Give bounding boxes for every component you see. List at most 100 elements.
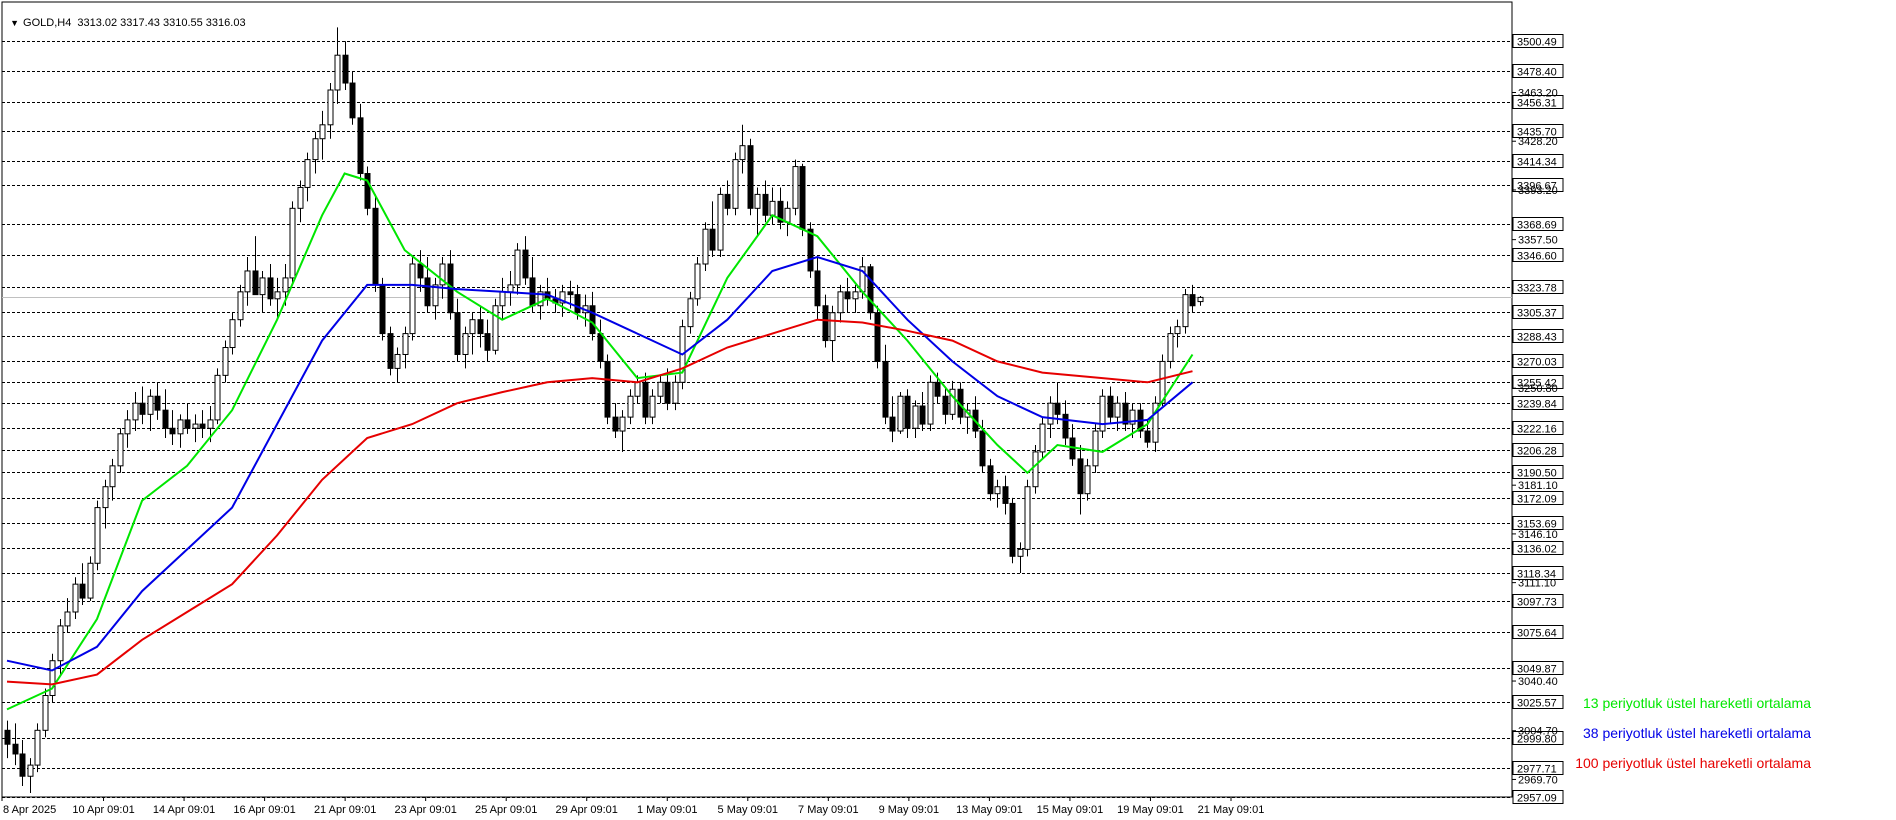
candle-bull [672,381,679,404]
candle-bull [739,145,746,161]
candle-bear [807,228,814,272]
price-label-plain: 3181.10 [1518,480,1558,492]
candle-bear [567,291,574,296]
candle-bull [124,419,131,435]
time-label: 16 Apr 09:01 [233,804,295,816]
price-label-plain: 3146.10 [1518,529,1558,541]
candle-bull [57,625,64,662]
legend-ema100: 100 periyotluk üstel hareketli ortalama [1575,755,1811,771]
candle-bear [522,249,529,279]
time-label: 8 Apr 2025 [3,804,56,816]
candle-bear [342,54,349,84]
candle-bear [252,270,259,296]
candle-bear [889,416,896,432]
candle-bear [349,82,356,119]
candle-bull [177,419,184,435]
candle-bear [454,312,461,355]
price-label-plain: 3004.70 [1518,726,1558,738]
candle-bull [657,381,664,397]
candle-bear [1054,402,1061,415]
candle-bear [484,333,491,351]
candle-bear [822,305,829,342]
candle-bull [312,138,319,161]
candle-bear [574,294,581,314]
price-label-plain: 2969.70 [1518,774,1558,786]
candle-bear [154,395,161,411]
price-label: 3478.40 [1517,67,1557,79]
candle-bull [507,284,514,293]
time-label: 1 May 09:01 [637,804,698,816]
candle-bear [162,409,169,429]
time-label: 9 May 09:01 [879,804,940,816]
candle-bear [664,381,671,404]
price-label: 3288.43 [1517,332,1557,344]
candle-bull [222,347,229,376]
candle-bear [904,395,911,429]
candle-bear [267,277,274,300]
candle-bear [589,305,596,335]
candle-bear [184,419,191,429]
price-label: 3305.37 [1517,308,1557,320]
candle-bear [987,465,994,495]
price-label: 3368.69 [1517,220,1557,232]
candle-bull [117,433,124,467]
candle-bull [769,200,776,216]
candle-bear [4,729,11,745]
candle-bull [634,381,641,397]
candle-bull [927,381,934,425]
candle-bull [1032,451,1039,488]
price-label: 3190.50 [1517,468,1557,480]
candle-bull [514,249,521,286]
price-label: 3414.34 [1517,157,1557,169]
candle-bull [627,395,634,418]
triangle-down-icon[interactable]: ▼ [10,18,19,28]
ohlc-values: 3313.02 3317.43 3310.55 3316.03 [77,17,246,29]
price-label-plain: 3111.10 [1518,578,1556,590]
time-label: 23 Apr 09:01 [394,804,456,816]
candle-bull [64,611,71,627]
candle-bull [109,465,116,488]
candle-bull [34,729,41,766]
candle-bull [289,207,296,279]
candle-bull [27,764,34,777]
candle-bull [274,291,281,300]
candle-bear [1077,458,1084,495]
candle-bull [1024,486,1031,550]
candle-bull [1047,402,1054,425]
candle-bull [297,186,304,209]
candle-bull [837,291,844,314]
candle-bull [1167,333,1174,362]
candle-bull [394,353,401,369]
price-label: 3172.09 [1517,494,1557,506]
candle-bear [387,333,394,369]
price-label-plain: 3040.40 [1518,676,1558,688]
candle-bull [1114,402,1121,418]
candle-bear [169,427,176,435]
price-label: 3136.02 [1517,544,1557,556]
candle-bear [1189,294,1196,307]
candle-bull [912,405,919,429]
time-label: 25 Apr 09:01 [475,804,537,816]
price-label: 3500.49 [1517,37,1557,49]
candle-bull [694,263,701,300]
candle-bull [1092,430,1099,467]
candle-bull [409,263,416,335]
candle-bull [147,395,154,415]
candle-bear [597,333,604,362]
candle-bear [19,753,26,777]
candle-bull [492,305,499,351]
candle-bear [882,360,889,418]
candle-bear [529,277,536,307]
candle-bull [619,416,626,432]
candle-bull [1197,296,1204,303]
candle-bear [979,430,986,467]
time-label: 14 Apr 09:01 [153,804,215,816]
price-label: 3075.64 [1517,628,1557,640]
candle-bull [702,228,709,265]
candle-bear [942,395,949,415]
time-label: 5 May 09:01 [718,804,779,816]
candle-bull [649,395,656,418]
price-label: 3025.57 [1517,698,1557,710]
time-label: 29 Apr 09:01 [556,804,618,816]
candle-bull [717,193,724,251]
